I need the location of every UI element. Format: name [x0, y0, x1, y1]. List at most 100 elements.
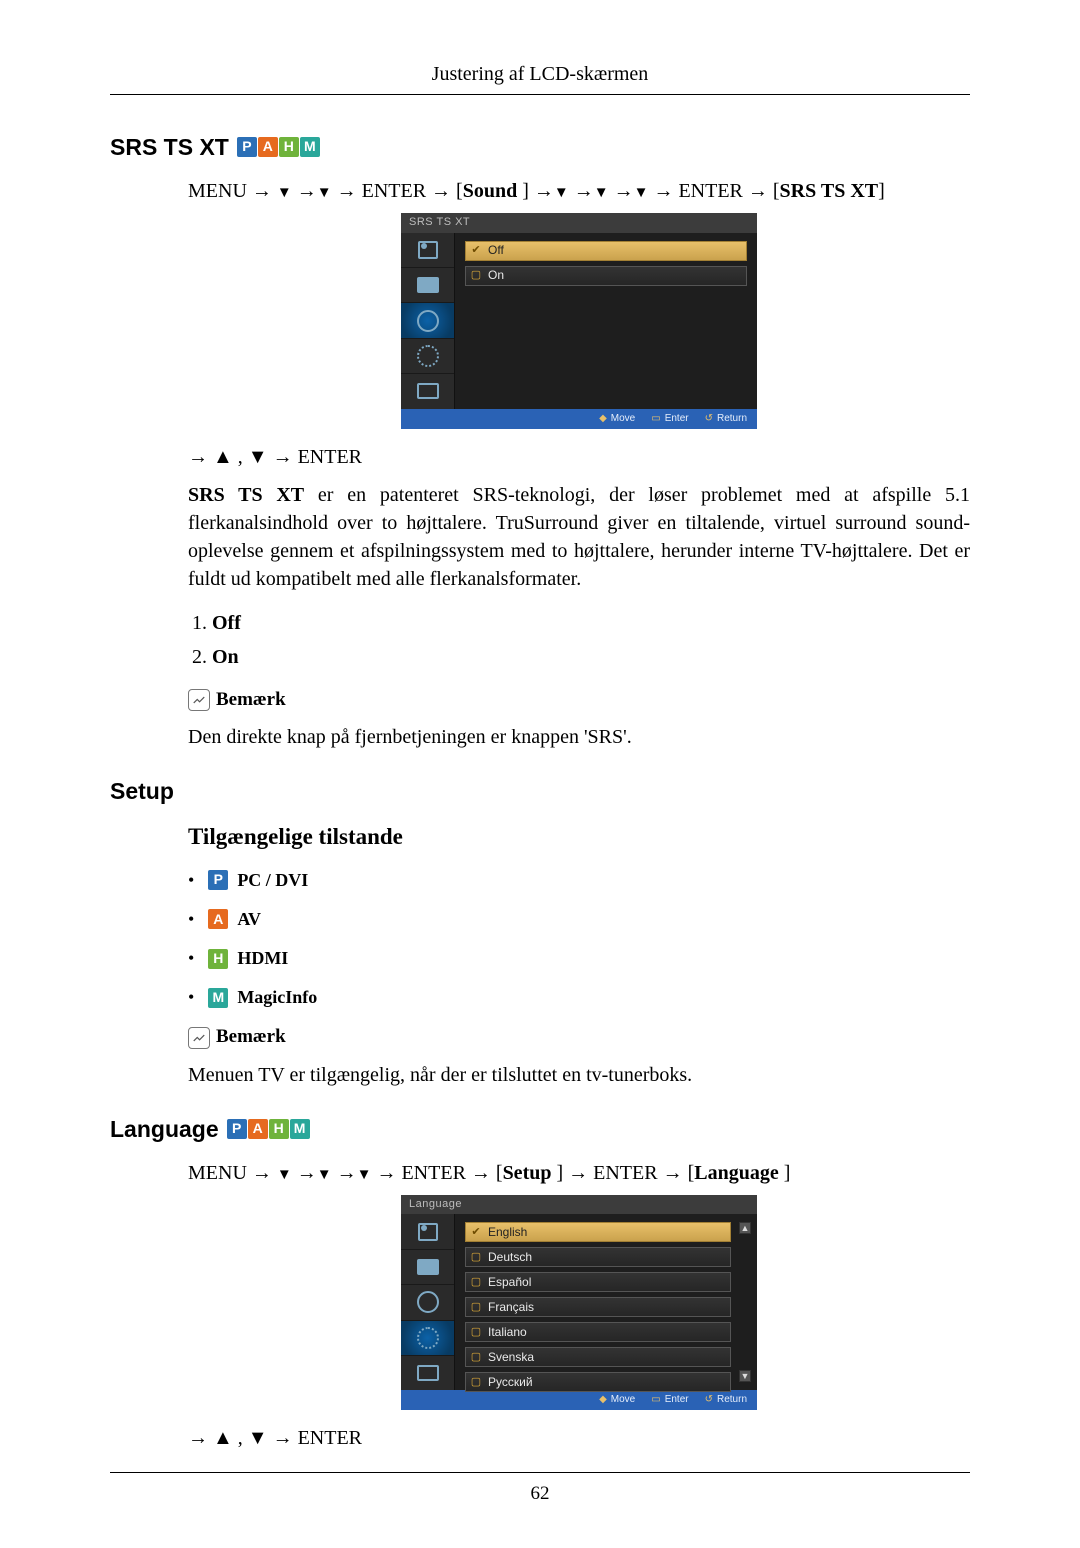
header-divider	[110, 94, 970, 95]
return-icon: ↺	[705, 412, 713, 426]
osd-option-deutsch[interactable]: ▢ Deutsch	[465, 1247, 731, 1267]
list-item: On	[212, 643, 970, 671]
note-label: Bemærk	[216, 687, 286, 714]
enter-icon: ▭	[651, 1393, 660, 1407]
osd-option-svenska[interactable]: ▢ Svenska	[465, 1347, 731, 1367]
check-icon: ✔	[470, 245, 482, 257]
osd-option-espanol[interactable]: ▢ Español	[465, 1272, 731, 1292]
osd-title: SRS TS XT	[401, 213, 757, 232]
osd-sidebar	[401, 233, 455, 409]
osd-icon-sound	[401, 303, 454, 338]
osd-option-label: Svenska	[488, 1349, 534, 1366]
osd-footer: ◆Move ▭Enter ↺Return	[401, 1390, 757, 1410]
osd-option-label: Italiano	[488, 1324, 527, 1341]
mode-badge-h-icon: H	[208, 949, 228, 969]
osd-option-label: Off	[488, 242, 504, 259]
mode-badge-m-icon: M	[300, 137, 320, 157]
box-icon: ▢	[470, 1276, 482, 1288]
osd-main: ✔ Off ▢ On	[455, 233, 757, 409]
down-arrow-icon: ▼	[554, 185, 569, 201]
box-icon: ▢	[470, 1351, 482, 1363]
list-item: Off	[212, 609, 970, 637]
mode-badges-language: P A H M	[227, 1119, 311, 1139]
mode-badge-p-icon: P	[208, 870, 228, 890]
return-icon: ↺	[705, 1393, 713, 1407]
osd-option-label: Deutsch	[488, 1249, 532, 1266]
footer-divider	[110, 1472, 970, 1473]
osd-footer-enter: ▭Enter	[651, 1393, 688, 1407]
down-arrow-icon: ▼	[277, 1167, 292, 1183]
osd-icon-picture	[401, 1214, 454, 1249]
mode-badge-h-icon: H	[269, 1119, 289, 1139]
osd-option-russian[interactable]: ▢ Русский	[465, 1372, 731, 1392]
move-icon: ◆	[599, 1393, 607, 1407]
osd-footer-move: ◆Move	[599, 1393, 635, 1407]
srs-options-list: Off On	[212, 609, 970, 671]
section-heading-setup: Setup	[110, 775, 970, 807]
down-arrow-icon: ▼	[277, 185, 292, 201]
osd-option-label: On	[488, 267, 504, 284]
enter-icon: ▭	[651, 412, 660, 426]
osd-icon-setup	[401, 339, 454, 374]
osd-footer-return: ↺Return	[705, 1393, 747, 1407]
scroll-down-icon[interactable]: ▼	[739, 1370, 751, 1382]
srs-menu-path: MENU → ▼ →▼ → ENTER → [Sound ] →▼ →▼ →▼ …	[188, 177, 970, 205]
section-heading-srs-text: SRS TS XT	[110, 131, 229, 163]
down-arrow-icon: ▼	[317, 1167, 332, 1183]
down-arrow-icon: ▼	[634, 185, 649, 201]
osd-option-label: Español	[488, 1274, 531, 1291]
mode-label-av: AV	[237, 907, 261, 932]
osd-main: ▲ ✔ English ▢ Deutsch ▢ Español ▢	[455, 1214, 757, 1390]
note-block-srs: Bemærk	[188, 687, 970, 714]
check-icon: ✔	[470, 1226, 482, 1238]
section-heading-language-text: Language	[110, 1113, 219, 1145]
osd-option-label: Русский	[488, 1374, 533, 1391]
note-icon	[188, 1027, 210, 1049]
note-block-setup: Bemærk	[188, 1024, 970, 1051]
osd-icon-multi	[401, 1356, 454, 1390]
section-heading-setup-text: Setup	[110, 775, 174, 807]
language-menu-path: MENU → ▼ →▼ →▼ → ENTER → [Setup ] → ENTE…	[188, 1159, 970, 1187]
osd-footer-return: ↺Return	[705, 412, 747, 426]
osd-icon-picture	[401, 233, 454, 268]
osd-panel-srs: SRS TS XT ✔ Off ▢ On	[401, 213, 757, 428]
osd-footer: ◆Move ▭Enter ↺Return	[401, 409, 757, 429]
box-icon: ▢	[470, 1376, 482, 1388]
osd-sidebar	[401, 1214, 455, 1390]
box-icon: ▢	[470, 1326, 482, 1338]
mode-label-hdmi: HDMI	[237, 946, 288, 971]
osd-panel-language: Language ▲ ✔ English ▢	[401, 1195, 757, 1410]
osd-icon-multi	[401, 374, 454, 408]
page-header-title: Justering af LCD-skærmen	[432, 63, 649, 85]
list-item: A AV	[188, 907, 970, 932]
osd-option-english[interactable]: ✔ English	[465, 1222, 731, 1242]
scroll-up-icon[interactable]: ▲	[739, 1222, 751, 1234]
srs-arrow-line: → ▲ , ▼ → ENTER	[188, 443, 970, 471]
note-label: Bemærk	[216, 1024, 286, 1051]
mode-label-pc: PC / DVI	[237, 868, 308, 893]
osd-option-italiano[interactable]: ▢ Italiano	[465, 1322, 731, 1342]
mode-badge-m-icon: M	[208, 988, 228, 1008]
language-arrow-line: → ▲ , ▼ → ENTER	[188, 1424, 970, 1452]
mode-badge-a-icon: A	[248, 1119, 268, 1139]
srs-desc-lead: SRS TS XT	[188, 484, 304, 506]
mode-badge-m-icon: M	[290, 1119, 310, 1139]
osd-option-label: Français	[488, 1299, 534, 1316]
osd-footer-enter: ▭Enter	[651, 412, 688, 426]
down-arrow-icon: ▼	[357, 1167, 372, 1183]
move-icon: ◆	[599, 412, 607, 426]
srs-note-text: Den direkte knap på fjernbetjeningen er …	[188, 723, 970, 751]
box-icon: ▢	[470, 1301, 482, 1313]
osd-option-francais[interactable]: ▢ Français	[465, 1297, 731, 1317]
box-icon: ▢	[470, 1251, 482, 1263]
mode-badge-p-icon: P	[227, 1119, 247, 1139]
osd-option-off[interactable]: ✔ Off	[465, 241, 747, 261]
osd-option-on[interactable]: ▢ On	[465, 266, 747, 286]
osd-icon-setup	[401, 1321, 454, 1356]
list-item: M MagicInfo	[188, 985, 970, 1010]
page-number: 62	[110, 1481, 970, 1508]
srs-description: SRS TS XT er en patenteret SRS-teknologi…	[188, 481, 970, 593]
mode-badge-p-icon: P	[237, 137, 257, 157]
list-item: H HDMI	[188, 946, 970, 971]
note-icon	[188, 689, 210, 711]
